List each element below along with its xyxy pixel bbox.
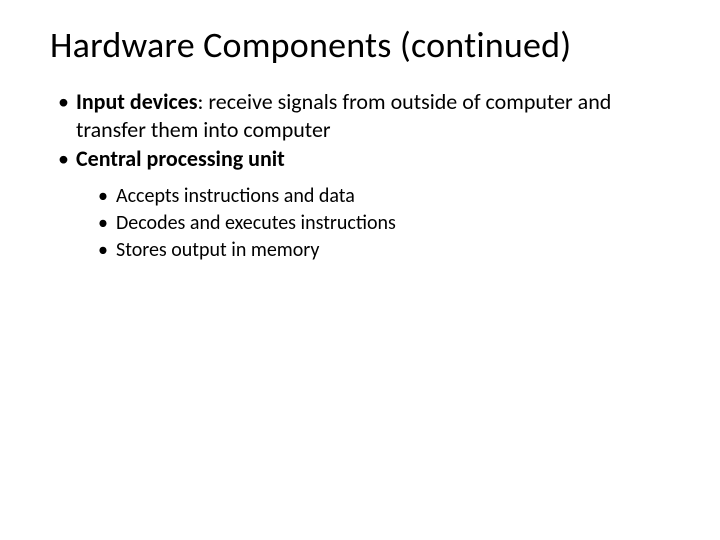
sub-bullet-item: Accepts instructions and data bbox=[98, 183, 670, 209]
bullet-bold-term: Input devices bbox=[76, 88, 198, 115]
sub-bullet-list: Accepts instructions and data Decodes an… bbox=[50, 183, 670, 263]
slide-title: Hardware Components (continued) bbox=[50, 25, 670, 66]
sub-bullet-item: Decodes and executes instructions bbox=[98, 210, 670, 236]
bullet-item: Input devices: receive signals from outs… bbox=[58, 88, 670, 143]
bullet-bold-term: Central processing unit bbox=[76, 145, 285, 172]
main-bullet-list: Input devices: receive signals from outs… bbox=[50, 88, 670, 173]
sub-bullet-item: Stores output in memory bbox=[98, 237, 670, 263]
bullet-item: Central processing unit bbox=[58, 145, 670, 173]
